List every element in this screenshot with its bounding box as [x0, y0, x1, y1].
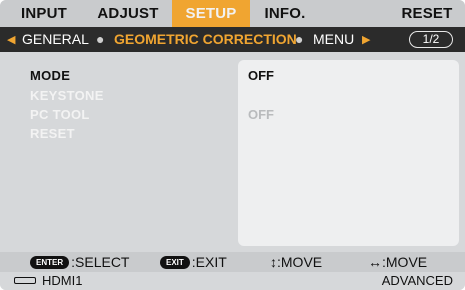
separator-dot-icon: ●	[96, 31, 105, 47]
status-bar: HDMI1 ADVANCED	[0, 272, 465, 290]
menu-item-reset: RESET	[30, 126, 75, 141]
subtab-geometric-correction[interactable]: GEOMETRIC CORRECTION	[114, 31, 297, 47]
separator-dot-icon: ●	[295, 31, 304, 47]
hdmi-input-icon	[14, 277, 36, 284]
menu-mode: ADVANCED	[381, 273, 453, 288]
main-tabs: INPUT ADJUST SETUP INFO. RESET	[0, 0, 465, 27]
mode-value: OFF	[248, 68, 274, 83]
help-move-horizontal: ↔:MOVE	[368, 254, 428, 270]
help-bar: ENTER :SELECT EXIT :EXIT ↕:MOVE ↔:MOVE	[0, 252, 465, 272]
menu-item-mode[interactable]: MODE	[30, 68, 70, 83]
help-select: ENTER :SELECT	[30, 254, 129, 270]
subtab-menu[interactable]: MENU	[313, 31, 354, 47]
enter-key-icon: ENTER	[30, 255, 70, 269]
tab-info[interactable]: INFO.	[260, 0, 310, 27]
pc-tool-value: OFF	[248, 107, 274, 122]
arrow-left-icon[interactable]: ◀	[7, 33, 15, 46]
page-indicator: 1/2	[409, 31, 453, 48]
input-source: HDMI1	[42, 273, 83, 288]
subtab-general[interactable]: GENERAL	[22, 31, 89, 47]
tab-setup[interactable]: SETUP	[172, 0, 250, 27]
tab-input[interactable]: INPUT	[14, 0, 74, 27]
help-exit: EXIT :EXIT	[160, 254, 227, 270]
projector-menu: INPUT ADJUST SETUP INFO. RESET ◀ GENERAL…	[0, 0, 465, 290]
arrow-right-icon[interactable]: ▶	[362, 33, 370, 46]
menu-item-pc-tool: PC TOOL	[30, 107, 90, 122]
value-panel	[238, 60, 459, 246]
menu-item-keystone: KEYSTONE	[30, 88, 104, 103]
help-exit-label: :EXIT	[191, 254, 227, 270]
help-select-label: :SELECT	[71, 254, 130, 270]
tab-adjust[interactable]: ADJUST	[92, 0, 164, 27]
exit-key-icon: EXIT	[160, 255, 190, 269]
help-move-vertical: ↕:MOVE	[270, 254, 323, 270]
sub-tabs: ◀ GENERAL ● GEOMETRIC CORRECTION ● MENU …	[0, 27, 465, 52]
tab-reset[interactable]: RESET	[398, 0, 456, 27]
